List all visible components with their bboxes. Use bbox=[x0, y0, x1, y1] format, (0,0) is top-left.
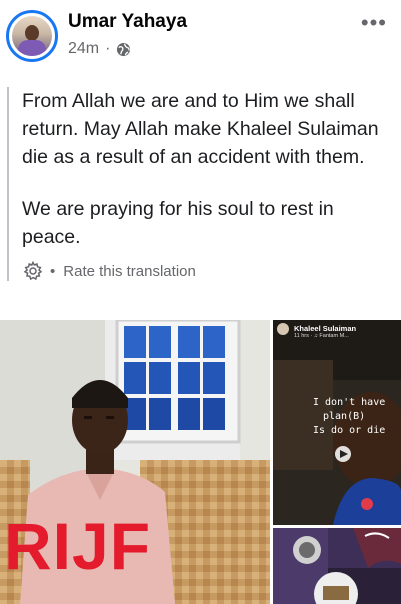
photo-overlay-text: RIJF bbox=[4, 509, 152, 583]
post-time[interactable]: 24m bbox=[68, 40, 99, 58]
story-meta: 11 hrs · ♫ Fantam M... bbox=[294, 333, 349, 339]
rate-translation-label[interactable]: Rate this translation bbox=[63, 263, 196, 280]
photo-grid: RIJF Khaleel Sulaiman 11 hrs · ♫ Fantam … bbox=[0, 320, 401, 604]
post-text: From Allah we are and to Him we shall re… bbox=[22, 87, 387, 251]
gear-icon bbox=[23, 261, 43, 281]
author-name[interactable]: Umar Yahaya bbox=[68, 11, 187, 33]
photo-story-screenshot[interactable]: Khaleel Sulaiman 11 hrs · ♫ Fantam M... … bbox=[273, 320, 401, 525]
post-paragraph-2: We are praying for his soul to rest in p… bbox=[22, 198, 334, 248]
photo-main[interactable]: RIJF bbox=[0, 320, 270, 604]
translation-separator: • bbox=[50, 262, 56, 280]
photo-collage-image bbox=[273, 528, 401, 604]
post-meta: 24m · bbox=[68, 40, 131, 58]
post-body: From Allah we are and to Him we shall re… bbox=[7, 87, 387, 281]
more-options-icon[interactable]: ••• bbox=[361, 10, 387, 36]
post-header: Umar Yahaya 24m · ••• bbox=[0, 0, 401, 70]
story-caption: I don't have plan(B) Is do or die bbox=[313, 396, 401, 438]
story-line-1: I don't have bbox=[313, 397, 386, 408]
photo-collage[interactable] bbox=[273, 528, 401, 604]
avatar-photo bbox=[12, 16, 52, 56]
meta-separator: · bbox=[105, 40, 111, 57]
rate-translation[interactable]: • Rate this translation bbox=[22, 261, 387, 281]
globe-icon bbox=[117, 42, 131, 56]
story-line-2: plan(B) bbox=[323, 411, 366, 422]
post-paragraph-1: From Allah we are and to Him we shall re… bbox=[22, 90, 379, 168]
story-line-3: Is do or die bbox=[313, 425, 386, 436]
avatar[interactable] bbox=[6, 10, 58, 62]
story-user-name: Khaleel Sulaiman bbox=[294, 324, 357, 333]
